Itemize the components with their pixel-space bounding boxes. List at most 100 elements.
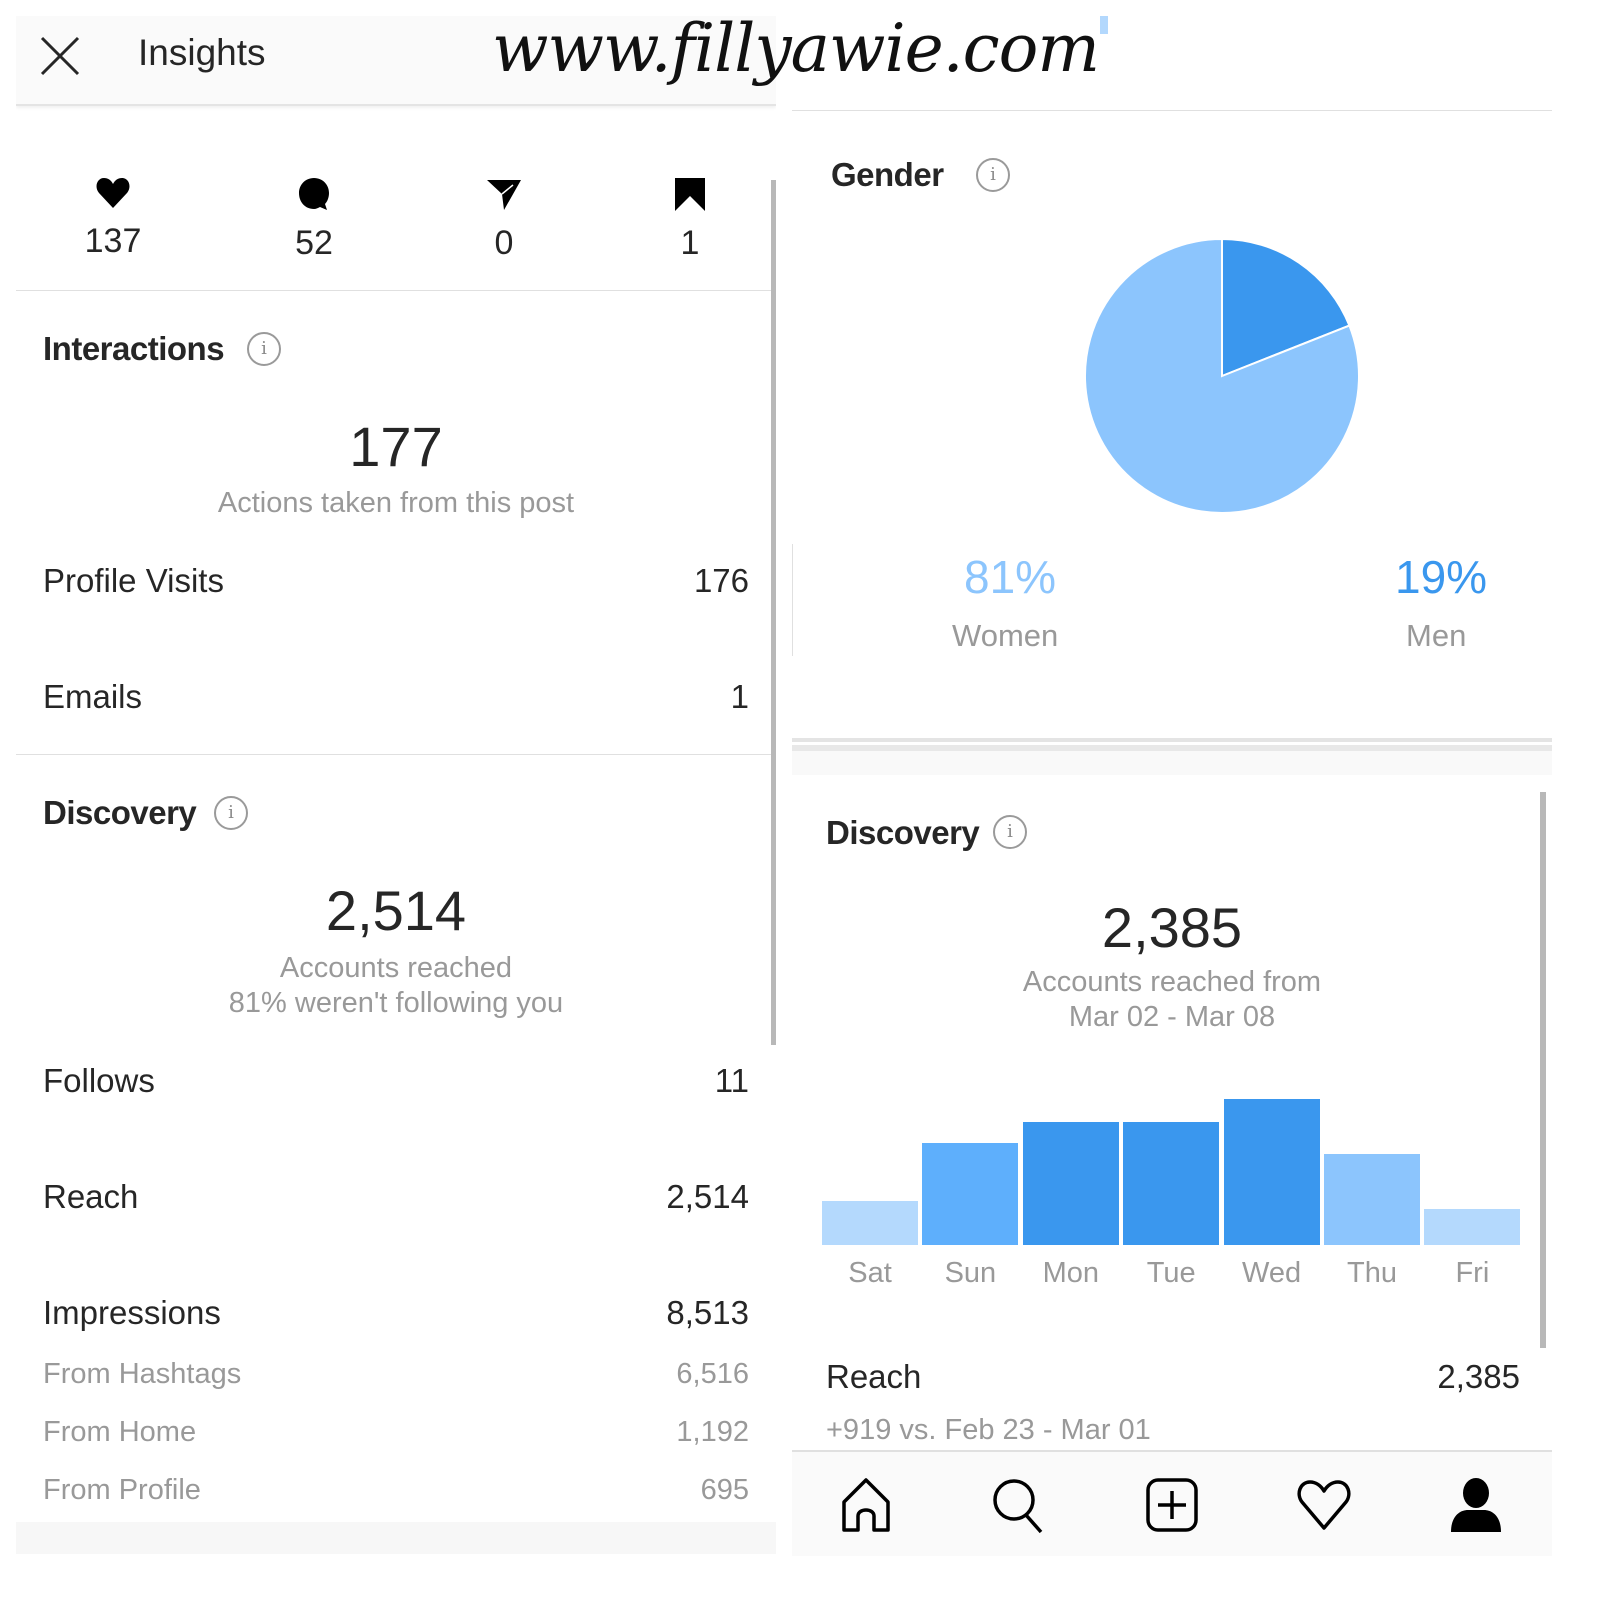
interactions-caption: Actions taken from this post <box>217 487 575 519</box>
comment-filled-icon <box>299 178 329 210</box>
tab-search[interactable] <box>988 1476 1048 1536</box>
tab-profile[interactable] <box>1446 1476 1506 1536</box>
tab-home[interactable] <box>836 1476 896 1536</box>
right-insights-panel: Gender i 81% Women 19% Men Discovery i 2… <box>792 0 1552 1560</box>
partial-bar-remnant <box>1100 16 1108 34</box>
bar-fri <box>1424 1208 1521 1245</box>
likes-stat: 137 <box>53 176 173 261</box>
bar-tue <box>1123 1122 1220 1245</box>
metric-value: 11 <box>714 1062 749 1099</box>
saves-stat: 1 <box>630 176 750 263</box>
search-icon <box>993 1479 1043 1534</box>
metric-row-emails: Emails 1 <box>43 678 749 722</box>
men-label: Men <box>1406 618 1467 653</box>
metric-value: 1 <box>730 678 749 715</box>
home-icon <box>842 1478 890 1532</box>
metric-value: 176 <box>693 562 749 599</box>
comments-stat: 52 <box>254 176 374 263</box>
gender-pie-chart <box>1082 236 1362 516</box>
bar-label-mon: Mon <box>1042 1257 1099 1289</box>
discovery-total: 2,385 <box>1101 896 1243 959</box>
gender-title: Gender <box>831 156 944 193</box>
tab-new-post[interactable] <box>1142 1476 1202 1536</box>
bar-thu <box>1324 1154 1420 1245</box>
shares-count: 0 <box>494 224 514 262</box>
bar-label-thu: Thu <box>1347 1257 1397 1289</box>
info-icon[interactable]: i <box>976 158 1010 192</box>
bar-sun <box>922 1142 1019 1245</box>
metric-label: From Hashtags <box>43 1358 242 1390</box>
metric-value: 695 <box>700 1474 749 1506</box>
gender-pie-svg <box>1084 237 1360 514</box>
bar-mon <box>1022 1122 1119 1245</box>
discovery-title: Discovery <box>826 814 980 851</box>
profile-icon <box>1451 1478 1501 1532</box>
bar-label-wed: Wed <box>1242 1257 1302 1289</box>
divider <box>792 110 1552 111</box>
interactions-title: Interactions <box>43 330 225 367</box>
metric-value: 8,513 <box>666 1294 749 1331</box>
shares-stat: 0 <box>444 176 564 263</box>
bottom-band <box>16 1522 776 1554</box>
bar-wed <box>1223 1099 1320 1245</box>
likes-count: 137 <box>84 222 142 260</box>
men-percentage: 19% <box>1395 551 1488 603</box>
women-label: Women <box>952 618 1059 653</box>
add-post-icon <box>1146 1478 1198 1532</box>
left-insights-panel: Insights 137 52 0 1 Interactions i 177 A… <box>16 16 776 1554</box>
discovery-caption-line2: 81% weren't following you <box>228 987 564 1019</box>
divider <box>16 754 776 755</box>
metric-label: Reach <box>826 1358 922 1395</box>
metric-value: 6,516 <box>676 1358 749 1390</box>
watermark-text: www.fillyawie.com <box>492 10 1100 87</box>
metric-row-reach: Reach 2,514 <box>43 1178 749 1222</box>
close-button[interactable] <box>38 34 82 78</box>
heart-outline-icon <box>1297 1480 1351 1530</box>
comments-count: 52 <box>295 224 333 262</box>
post-stats-row: 137 52 0 1 <box>16 166 756 292</box>
discovery-title: Discovery <box>43 794 197 831</box>
bar-label-sun: Sun <box>944 1257 997 1289</box>
interactions-total: 177 <box>349 415 443 478</box>
section-gap <box>792 751 1552 775</box>
bar-label-tue: Tue <box>1146 1257 1196 1289</box>
bottom-tab-bar <box>792 1450 1552 1556</box>
metric-row-follows: Follows 11 <box>43 1062 749 1106</box>
heart-filled-icon <box>96 178 130 208</box>
info-icon[interactable]: i <box>214 796 248 830</box>
info-icon[interactable]: i <box>247 332 281 366</box>
bar-label-sat: Sat <box>848 1257 892 1289</box>
discovery-caption-line2: Mar 02 - Mar 08 <box>1068 1001 1276 1033</box>
metric-row-from-profile: From Profile 695 <box>43 1474 749 1518</box>
left-scrollbar[interactable] <box>771 180 776 1045</box>
bar-label-fri: Fri <box>1455 1257 1490 1289</box>
daily-reach-bar-chart: Sat Sun Mon Tue Wed Thu Fri <box>822 1080 1522 1310</box>
page-title: Insights <box>138 32 266 73</box>
metric-label: From Home <box>43 1416 197 1448</box>
metric-row-from-home: From Home 1,192 <box>43 1416 749 1460</box>
tab-activity[interactable] <box>1294 1476 1354 1536</box>
bookmark-filled-icon <box>675 178 705 211</box>
divider <box>792 544 793 656</box>
divider <box>792 738 1552 742</box>
metric-label: Follows <box>43 1062 155 1099</box>
close-icon <box>40 36 80 76</box>
metric-row-from-hashtags: From Hashtags 6,516 <box>43 1358 749 1402</box>
bar-sat <box>822 1201 918 1245</box>
metric-label: Reach <box>43 1178 139 1215</box>
metric-label: From Profile <box>43 1474 201 1506</box>
metric-value: 2,514 <box>666 1178 749 1215</box>
discovery-caption-line1: Accounts reached <box>279 952 513 984</box>
metric-row-profile-visits: Profile Visits 176 <box>43 562 749 606</box>
right-scrollbar[interactable] <box>1540 792 1546 1348</box>
metric-label: Impressions <box>43 1294 221 1331</box>
metric-value: 1,192 <box>676 1416 749 1448</box>
divider <box>16 290 776 291</box>
info-icon[interactable]: i <box>993 815 1027 849</box>
metric-label: Emails <box>43 678 143 715</box>
metric-value: 2,385 <box>1437 1358 1520 1395</box>
women-percentage: 81% <box>964 551 1057 603</box>
metric-row-impressions: Impressions 8,513 <box>43 1294 749 1338</box>
discovery-total: 2,514 <box>325 879 467 942</box>
send-filled-icon <box>487 180 521 210</box>
